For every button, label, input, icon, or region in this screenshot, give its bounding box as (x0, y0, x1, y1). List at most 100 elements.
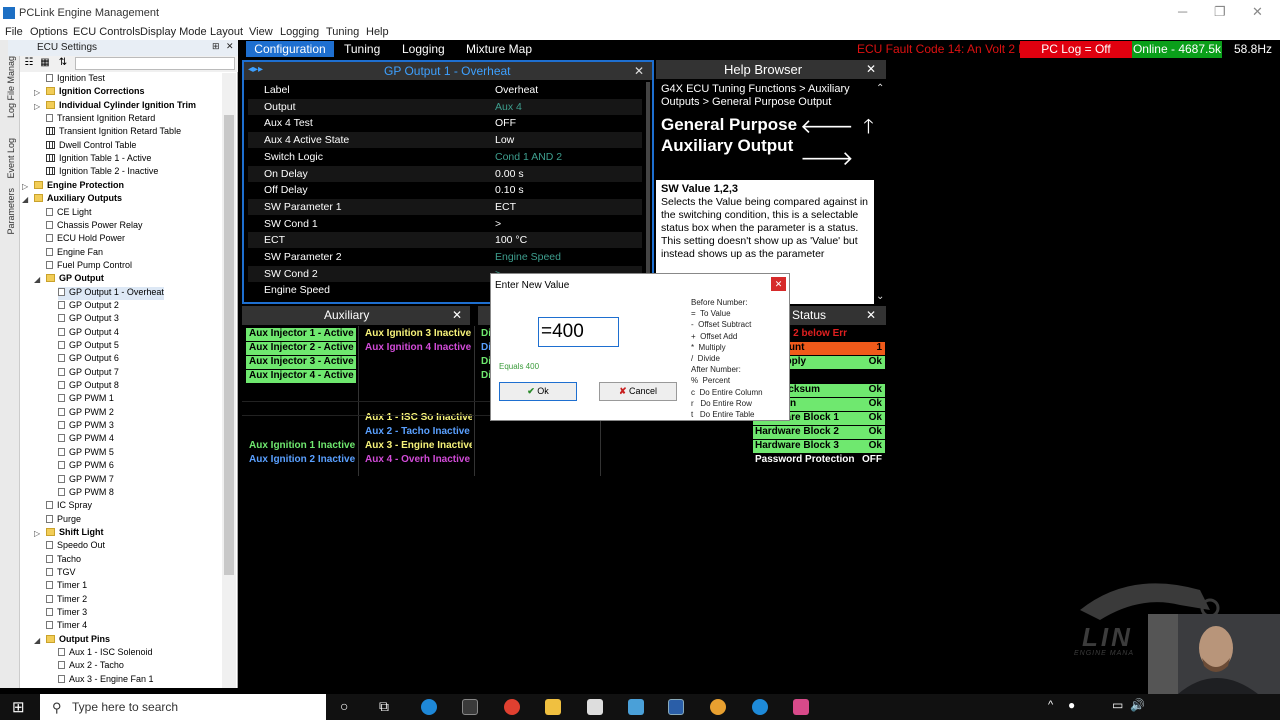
menu-help[interactable]: Help (366, 26, 389, 38)
cortana-icon[interactable]: ○ (340, 698, 348, 714)
tree-item[interactable]: GP Output 4 (58, 327, 119, 340)
setting-row[interactable]: SW Parameter 1 ECT (248, 198, 642, 215)
dialog-close-button[interactable]: ✕ (771, 277, 786, 291)
notepad-icon[interactable] (587, 699, 603, 715)
tree-item[interactable]: IC Spray (46, 500, 92, 513)
setting-value[interactable]: Overheat (495, 84, 538, 96)
setting-value[interactable]: 100 °C (495, 234, 527, 246)
tree-item[interactable]: Output Pins (46, 634, 110, 647)
setting-row[interactable]: ECT 100 °C (248, 232, 642, 249)
tree-item[interactable]: GP PWM 1 (58, 393, 114, 406)
grid-view-icon[interactable]: ▦ (38, 57, 52, 70)
setting-row[interactable]: SW Parameter 2 Engine Speed (248, 249, 642, 265)
setting-row[interactable]: Aux 4 Test OFF (248, 115, 642, 131)
tree-item[interactable]: GP Output 5 (58, 340, 119, 353)
tree-item[interactable]: GP Output 3 (58, 313, 119, 326)
tree-item[interactable]: Timer 3 (46, 607, 87, 620)
setting-value[interactable]: Engine Speed (495, 251, 561, 263)
maximize-button[interactable]: ❐ (1214, 4, 1226, 20)
tray-icon-1[interactable]: ● (1068, 698, 1075, 712)
tree-item[interactable]: Timer 2 (46, 594, 87, 607)
sidebar-scrollbar[interactable]: ▼ (222, 73, 236, 719)
tree-item[interactable]: ECU Hold Power (46, 233, 125, 246)
tree-item[interactable]: Shift Light (46, 527, 104, 540)
tab-event-log[interactable]: Event Log (6, 138, 16, 179)
categorized-icon[interactable]: ☷ (22, 57, 36, 70)
tree-item[interactable]: Aux 2 - Tacho (58, 660, 124, 673)
close-icon[interactable]: ✕ (866, 62, 876, 76)
file-explorer-icon[interactable] (545, 699, 561, 715)
scrollbar-thumb[interactable] (224, 115, 234, 575)
close-button[interactable]: ✕ (1252, 4, 1263, 20)
store-icon[interactable] (462, 699, 478, 715)
tab-mixture-map[interactable]: Mixture Map (466, 41, 532, 57)
setting-value[interactable]: 0.00 s (495, 168, 524, 180)
tray-chevron-icon[interactable]: ^ (1048, 699, 1053, 711)
tab-tuning[interactable]: Tuning (344, 41, 380, 57)
app-icon-1[interactable] (628, 699, 644, 715)
setting-row[interactable]: Label Overheat (248, 82, 642, 98)
setting-row[interactable]: SW Cond 1 > (248, 216, 642, 232)
scroll-down-icon[interactable]: ⌄ (876, 291, 884, 302)
menu-display-mode[interactable]: Display Mode (140, 26, 207, 38)
tree-item[interactable]: Ignition Table 1 - Active (46, 153, 151, 166)
sidebar-search-input[interactable] (75, 57, 235, 70)
ok-button[interactable]: ✔ Ok (499, 382, 577, 401)
expand-toggle-icon[interactable]: ◢ (22, 195, 28, 204)
tree-item[interactable]: GP Output 2 (58, 300, 119, 313)
setting-row[interactable]: Off Delay 0.10 s (248, 182, 642, 198)
sort-icon[interactable]: ⇅ (56, 57, 70, 70)
scroll-up-icon[interactable]: ⌃ (876, 83, 884, 94)
tree-item[interactable]: GP Output 7 (58, 367, 119, 380)
tree-item[interactable]: GP Output 6 (58, 353, 119, 366)
setting-row[interactable]: Aux 4 Active State Low (248, 132, 642, 149)
nav-arrows-icon[interactable]: ◂▸▸ (248, 64, 263, 75)
setting-value[interactable]: Low (495, 134, 514, 146)
cancel-button[interactable]: ✘ Cancel (599, 382, 677, 401)
tree-item[interactable]: GP Output 8 (58, 380, 119, 393)
tree-item[interactable]: GP PWM 7 (58, 474, 114, 487)
menu-options[interactable]: Options (30, 26, 68, 38)
battery-icon[interactable]: ▭ (1112, 698, 1123, 712)
expand-toggle-icon[interactable]: ▷ (34, 88, 40, 97)
setting-row[interactable]: Output Aux 4 (248, 98, 642, 115)
tree-item[interactable]: Fuel Pump Control (46, 260, 132, 273)
setting-value[interactable]: ECT (495, 201, 516, 213)
tab-log-file-manager[interactable]: Log File Manager (6, 48, 16, 118)
tree-item[interactable]: Transient Ignition Retard Table (46, 126, 181, 139)
setting-row[interactable]: Switch Logic Cond 1 AND 2 (248, 149, 642, 165)
tree-item[interactable]: Dwell Control Table (46, 140, 136, 153)
tree-item[interactable]: Engine Fan (46, 247, 103, 260)
tree-item[interactable]: Ignition Corrections (46, 86, 145, 99)
value-input[interactable]: =400 (538, 317, 619, 347)
windows-start-icon[interactable]: ⊞ (12, 698, 25, 716)
expand-toggle-icon[interactable]: ▷ (34, 529, 40, 538)
setting-value[interactable]: Cond 1 AND 2 (495, 151, 562, 163)
tab-configuration[interactable]: Configuration (246, 41, 334, 57)
minimize-button[interactable]: ─ (1178, 4, 1187, 19)
menu-layout[interactable]: Layout (210, 26, 243, 38)
tree-item[interactable]: GP PWM 5 (58, 447, 114, 460)
pin-icon[interactable]: ⊞ (212, 41, 220, 52)
tree-item[interactable]: Timer 1 (46, 580, 87, 593)
expand-toggle-icon[interactable]: ◢ (34, 275, 40, 284)
tree-item[interactable]: Individual Cylinder Ignition Trim (46, 100, 196, 113)
edge-icon[interactable] (421, 699, 437, 715)
tree-item[interactable]: GP Output 1 - Overheat (58, 286, 164, 300)
setting-value[interactable]: > (495, 218, 501, 230)
expand-toggle-icon[interactable]: ▷ (34, 102, 40, 111)
close-icon[interactable]: ✕ (452, 308, 462, 322)
task-view-icon[interactable]: ⧉ (379, 698, 389, 715)
app-icon-2[interactable] (710, 699, 726, 715)
chrome-icon[interactable] (504, 699, 520, 715)
menu-file[interactable]: File (5, 26, 23, 38)
tree-item[interactable]: GP PWM 3 (58, 420, 114, 433)
tree-item[interactable]: Engine Protection (34, 180, 124, 193)
app-icon-4[interactable] (793, 699, 809, 715)
pclink-icon[interactable] (668, 699, 684, 715)
tree-item[interactable]: Auxiliary Outputs (34, 193, 122, 206)
setting-value[interactable]: OFF (495, 117, 516, 129)
close-icon[interactable]: ✕ (634, 64, 644, 78)
tree-item[interactable]: Ignition Test (46, 73, 105, 86)
expand-toggle-icon[interactable]: ◢ (34, 636, 40, 645)
